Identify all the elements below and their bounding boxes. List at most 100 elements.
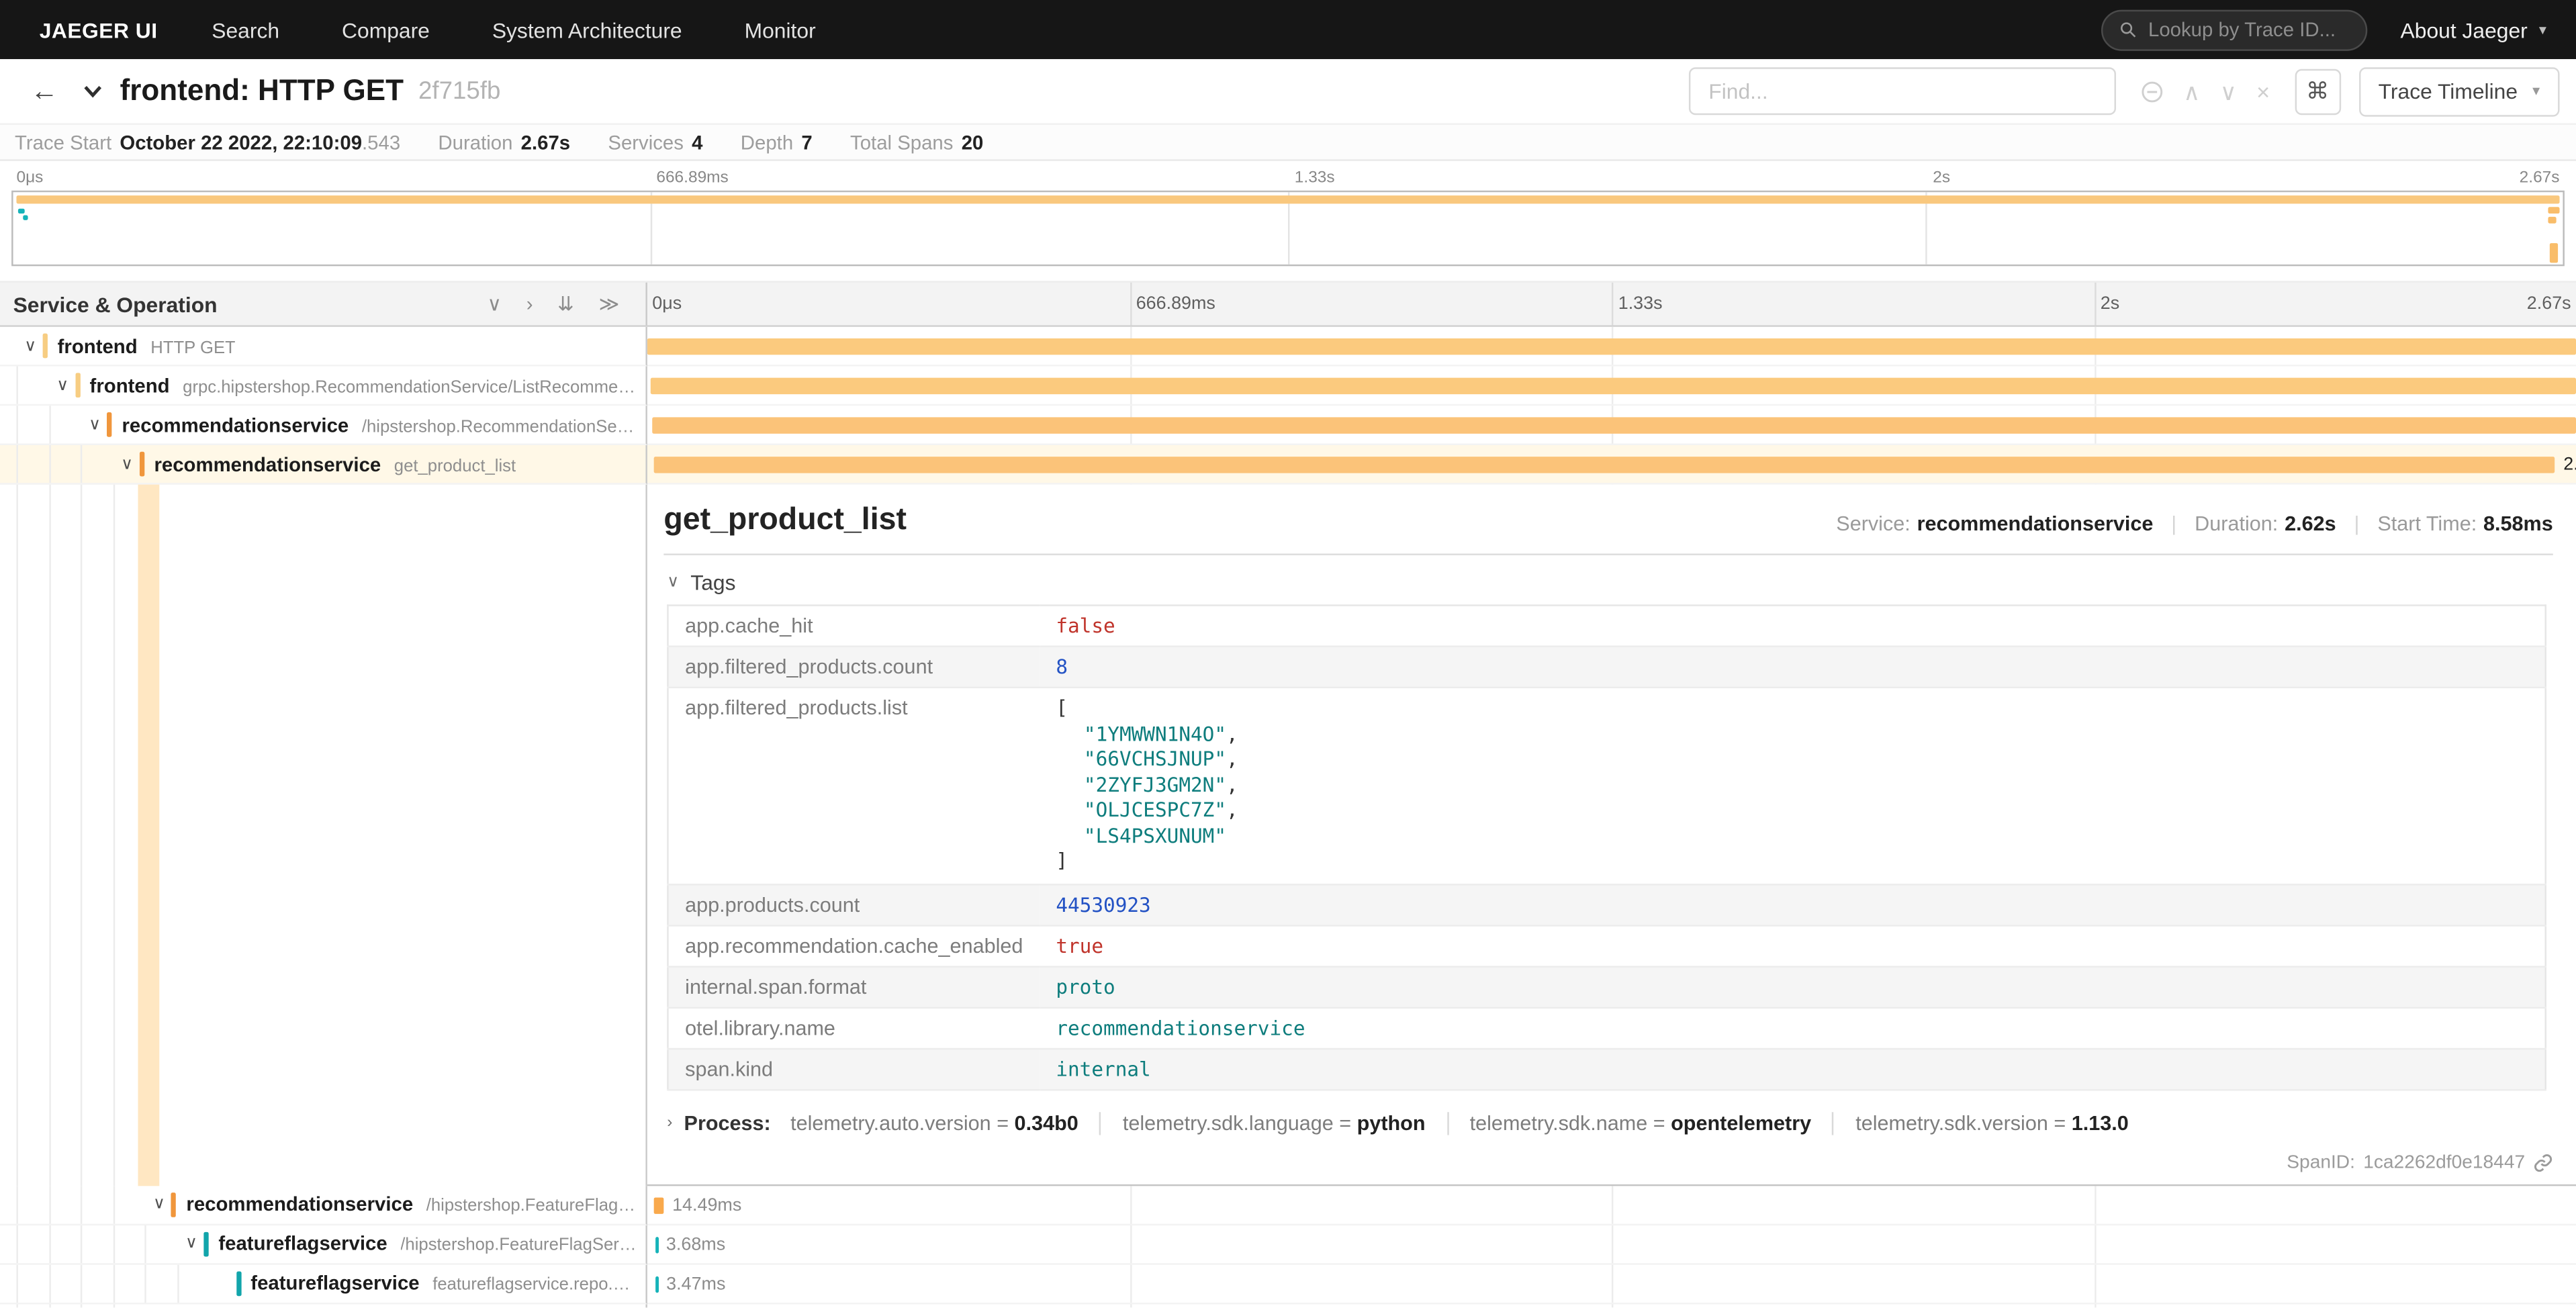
span-name-wrap: recommendationservice/hipstershop.Featur… — [0, 1193, 645, 1215]
tag-value: proto — [1040, 966, 2546, 1007]
collapse-all-icon[interactable]: ≫ — [599, 294, 620, 314]
expand-all-icon[interactable]: ⇊ — [557, 294, 574, 314]
search-icon — [2119, 19, 2137, 39]
span-row[interactable]: ∨recommendationservice/hipstershop.Recom… — [0, 406, 2576, 445]
tags-table: app.cache_hitfalseapp.filtered_products.… — [667, 604, 2546, 1090]
indent-guide — [145, 1264, 146, 1302]
expand-one-icon[interactable]: › — [526, 294, 533, 314]
circle-minus-icon[interactable] — [2141, 80, 2164, 103]
span-row[interactable]: ∨frontendHTTP GET — [0, 327, 2576, 367]
comma: , — [1226, 747, 1238, 770]
service-name: frontend — [58, 334, 138, 357]
span-name-column[interactable]: featureflagservicefeatureflagservice.rep… — [0, 1264, 647, 1304]
nav-item-monitor[interactable]: Monitor — [713, 17, 847, 42]
span-name-column[interactable]: ∨recommendationservice/hipstershop.Featu… — [0, 1185, 647, 1225]
clear-find-icon[interactable]: × — [2256, 80, 2270, 103]
span-duration-bar — [647, 338, 2576, 355]
back-button[interactable]: ← — [16, 59, 72, 123]
span-timeline-cell[interactable]: 1.04ms — [647, 1303, 2576, 1307]
next-result-icon[interactable]: ∨ — [2220, 80, 2237, 103]
collapse-one-icon[interactable]: ∨ — [488, 294, 502, 314]
span-rows: ∨frontendHTTP GET∨frontendgrpc.hipstersh… — [0, 327, 2576, 1308]
indent-guide — [16, 406, 17, 443]
trace-view-selector[interactable]: Trace Timeline ▾ — [2358, 66, 2559, 115]
tag-row: app.filtered_products.count8 — [668, 647, 2545, 688]
span-name-column[interactable]: ∨frontendHTTP GET — [0, 327, 647, 367]
tag-value-text: true — [1056, 934, 1103, 957]
span-operation-title: get_product_list — [663, 503, 907, 539]
span-row[interactable]: ∨recommendationservice/hipstershop.Featu… — [0, 1185, 2576, 1225]
tag-list-item: "LS4PSXUNUM" — [1056, 824, 2528, 849]
app-logo[interactable]: JAEGER UI — [16, 17, 180, 42]
summary-stat-label: Total Spans — [850, 130, 953, 153]
trace-lookup-input[interactable] — [2148, 18, 2350, 41]
process-attribute: telemetry.sdk.name = opentelemetry — [1446, 1111, 1833, 1134]
timeline-tick-label: 666.89ms — [656, 169, 728, 187]
nav-item-compare[interactable]: Compare — [311, 17, 461, 42]
trace-lookup[interactable] — [2101, 9, 2367, 50]
find-input[interactable] — [1689, 67, 2116, 115]
indent-guide — [16, 1225, 17, 1262]
span-duration-label: 3.68ms — [666, 1234, 725, 1254]
jaeger-app: JAEGER UI SearchCompareSystem Architectu… — [0, 0, 2576, 1307]
jaeger-screen: JAEGER UI SearchCompareSystem Architectu… — [0, 0, 2576, 1307]
tag-list-item: "OLJCESPC7Z", — [1056, 798, 2528, 824]
span-name-column[interactable]: ∨recommendationservice/hipstershop.Produ… — [0, 1303, 647, 1307]
keyboard-shortcuts-button[interactable]: ⌘ — [2295, 68, 2341, 115]
span-row[interactable]: ∨recommendationservice/hipstershop.Produ… — [0, 1303, 2576, 1307]
span-name-column[interactable]: ∨recommendationserviceget_product_list — [0, 445, 647, 485]
trace-collapse-toggle[interactable] — [73, 84, 120, 99]
minimap-span-bar — [17, 195, 2559, 203]
tag-value: internal — [1040, 1048, 2546, 1089]
chevron-down-icon: ▾ — [2532, 82, 2540, 100]
span-timeline-cell[interactable] — [647, 327, 2576, 367]
chevron-down-icon[interactable]: ∨ — [181, 1234, 202, 1252]
span-timeline-cell[interactable] — [647, 367, 2576, 406]
span-timeline-cell[interactable] — [647, 406, 2576, 445]
timeline-tick-label: 0μs — [652, 294, 682, 314]
chevron-down-icon[interactable]: ∨ — [116, 455, 138, 473]
span-timeline-cell[interactable]: 14.49ms — [647, 1185, 2576, 1225]
prev-result-icon[interactable]: ∧ — [2183, 80, 2200, 103]
operation-name: featureflagservice.repo.query:fe… — [432, 1274, 639, 1294]
span-name-column[interactable]: ∨recommendationservice/hipstershop.Recom… — [0, 406, 647, 445]
nav-item-search[interactable]: Search — [181, 17, 311, 42]
span-row[interactable]: ∨recommendationserviceget_product_list2.… — [0, 445, 2576, 485]
indent-guide — [16, 367, 17, 404]
span-name-column[interactable]: ∨featureflagservice/hipstershop.FeatureF… — [0, 1225, 647, 1264]
tag-list-string: "OLJCESPC7Z" — [1084, 798, 1226, 821]
chevron-down-icon[interactable]: ∨ — [84, 416, 105, 434]
comma: , — [1226, 798, 1238, 821]
process-attr-key: telemetry.sdk.version — [1855, 1111, 2048, 1134]
meta-separator: | — [2354, 512, 2360, 535]
span-duration-bar — [655, 1276, 659, 1292]
span-timeline-cell[interactable]: 3.68ms — [647, 1225, 2576, 1264]
indent-guide — [48, 485, 50, 1185]
copy-link-icon[interactable] — [2533, 1152, 2552, 1172]
chevron-down-icon — [82, 84, 103, 99]
chevron-down-icon[interactable]: ∨ — [52, 376, 73, 394]
span-name-column[interactable]: ∨frontendgrpc.hipstershop.Recommendation… — [0, 367, 647, 406]
indent-guide — [81, 485, 82, 1185]
process-accordion-toggle[interactable]: › Process: telemetry.auto.version = 0.34… — [667, 1111, 2553, 1134]
process-attr-value: opentelemetry — [1671, 1111, 1811, 1134]
span-overview: Service:recommendationservice|Duration:2… — [1836, 503, 2552, 536]
service-color-marker — [171, 1192, 176, 1217]
summary-stat: Duration2.67s — [438, 130, 570, 153]
about-jaeger-menu[interactable]: About Jaeger ▾ — [2401, 17, 2546, 42]
tags-accordion-toggle[interactable]: ∨ Tags — [667, 570, 2553, 595]
chevron-down-icon[interactable]: ∨ — [19, 337, 41, 355]
tag-key: otel.library.name — [668, 1007, 1039, 1048]
span-name-wrap: frontendgrpc.hipstershop.RecommendationS… — [0, 374, 645, 397]
span-row[interactable]: featureflagservicefeatureflagservice.rep… — [0, 1264, 2576, 1304]
span-timeline-cell[interactable]: 2.62s — [647, 445, 2576, 485]
nav-item-system-architecture[interactable]: System Architecture — [461, 17, 713, 42]
span-row[interactable]: ∨featureflagservice/hipstershop.FeatureF… — [0, 1225, 2576, 1264]
indent-guide — [48, 406, 50, 443]
chevron-right-icon: › — [667, 1114, 672, 1132]
span-row[interactable]: ∨frontendgrpc.hipstershop.Recommendation… — [0, 367, 2576, 406]
equals-sign: = — [1334, 1111, 1357, 1134]
span-timeline-cell[interactable]: 3.47ms — [647, 1264, 2576, 1304]
chevron-down-icon[interactable]: ∨ — [148, 1195, 170, 1213]
minimap-canvas[interactable] — [11, 191, 2565, 267]
